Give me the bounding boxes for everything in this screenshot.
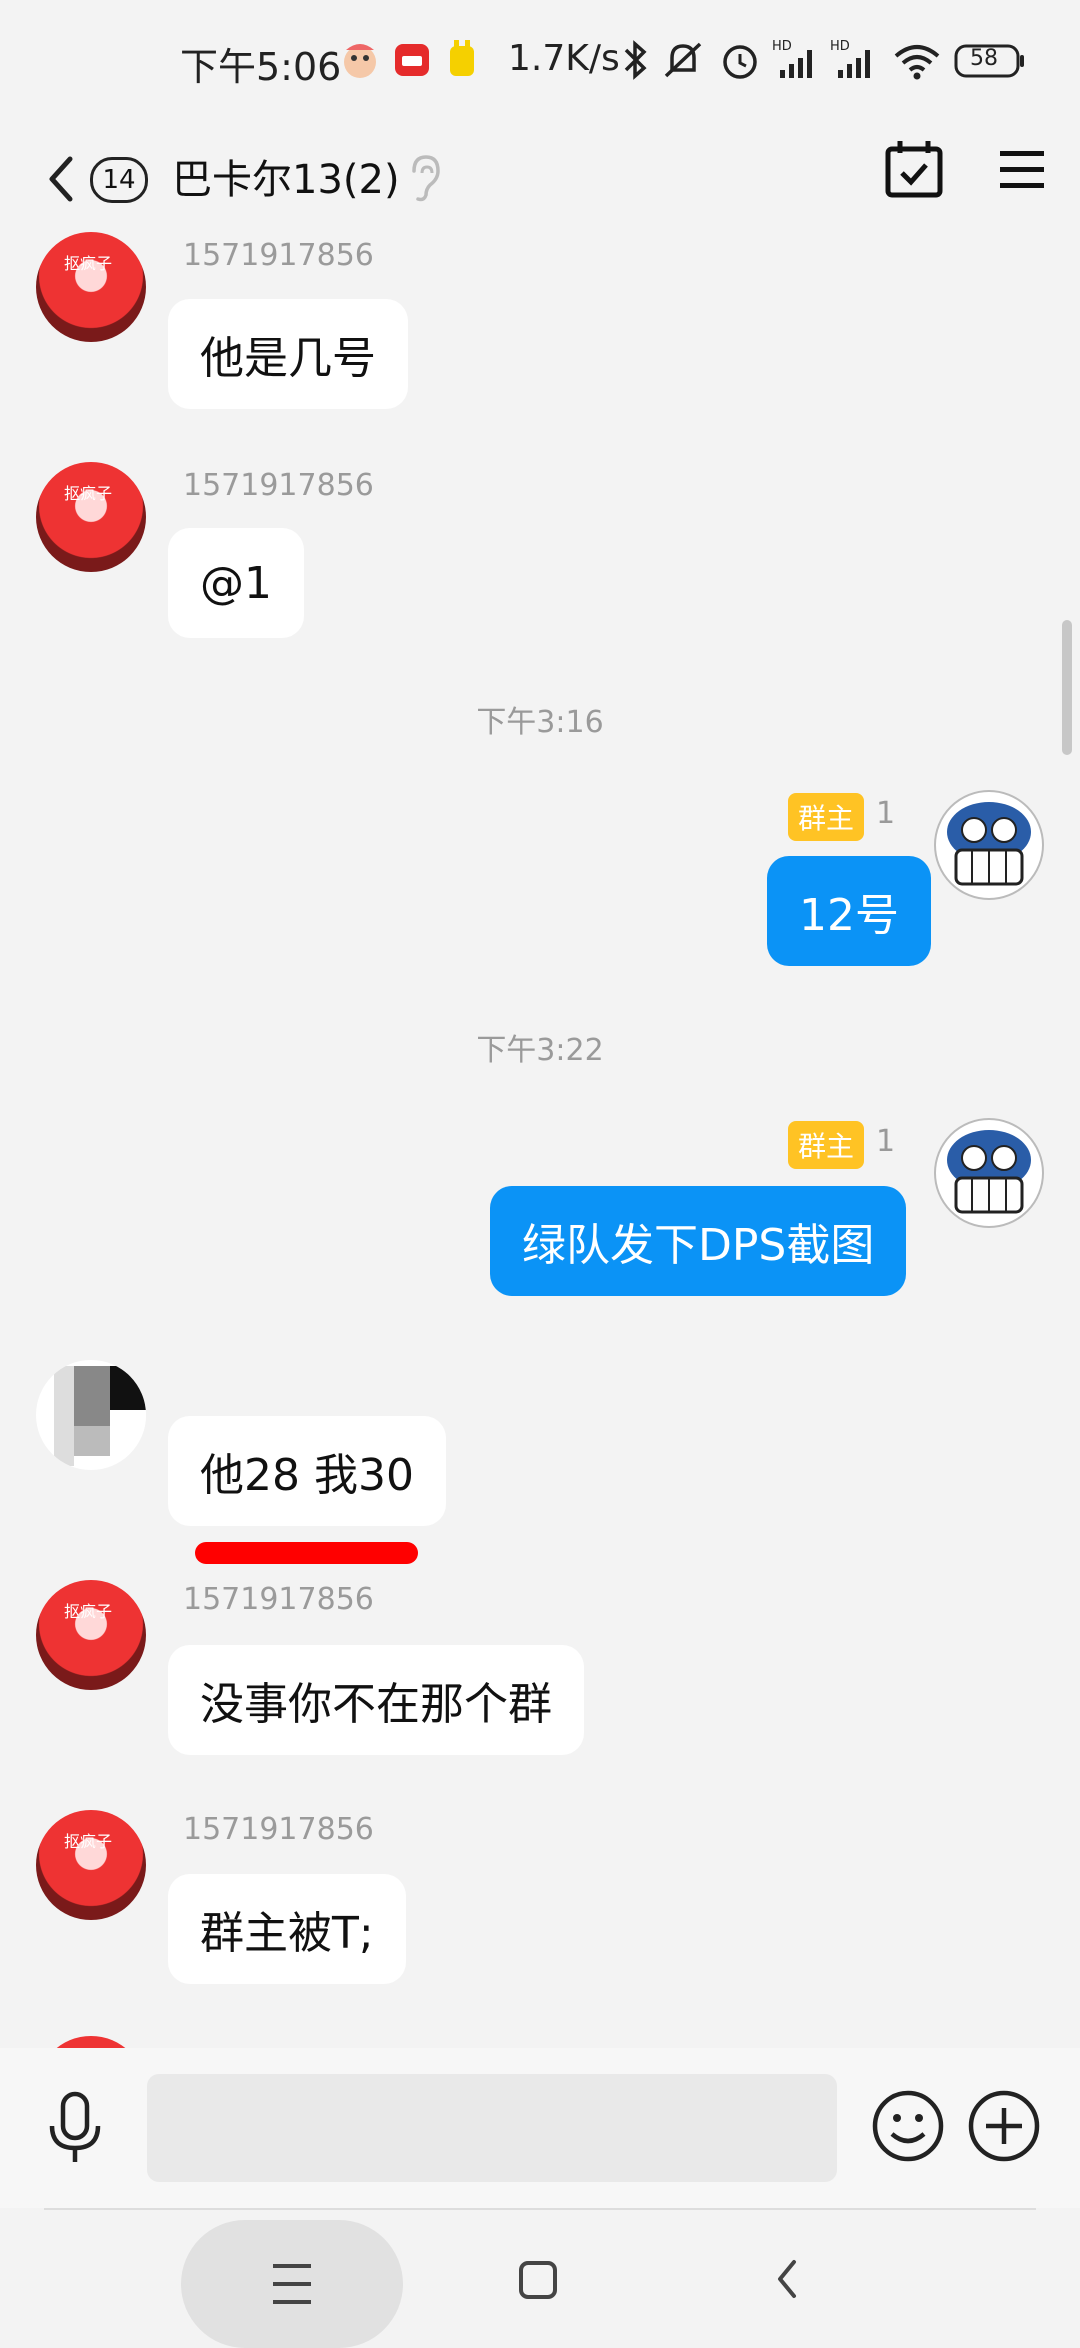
nav-back-icon[interactable]	[772, 2256, 802, 2306]
status-time: 下午5:06	[180, 45, 342, 89]
avatar-label: 抠疯子	[64, 1832, 113, 1851]
avatar[interactable]	[934, 790, 1044, 900]
member-level: 1	[876, 1124, 896, 1159]
message-bubble[interactable]: 他28 我30	[168, 1416, 446, 1526]
avatar-label: 抠疯子	[64, 1602, 113, 1621]
avatar[interactable]: 抠疯子	[36, 1580, 146, 1690]
battery-level: 58	[970, 46, 998, 71]
back-icon[interactable]	[38, 137, 88, 217]
nav-menu-button[interactable]	[181, 2220, 403, 2348]
member-level: 1	[876, 796, 896, 831]
chat-title[interactable]: 巴卡尔13(2)	[172, 147, 400, 205]
redaction-mark	[195, 1542, 418, 1564]
timestamp: 下午3:22	[476, 1033, 604, 1068]
sender-name: 1571917856	[183, 468, 374, 503]
svg-text:HD: HD	[772, 39, 792, 54]
message-bubble[interactable]: 12号	[767, 856, 931, 966]
ear-icon[interactable]	[404, 147, 444, 207]
avatar[interactable]: 抠疯子	[36, 1810, 146, 1920]
plus-icon[interactable]	[966, 2088, 1042, 2164]
net-speed: 1.7K/s	[508, 38, 620, 79]
bluetooth-icon	[620, 36, 650, 84]
avatar[interactable]	[934, 1118, 1044, 1228]
message-bubble[interactable]: @1	[168, 528, 304, 638]
unread-badge[interactable]: 14	[90, 157, 148, 203]
mail-icon	[392, 36, 432, 84]
svg-text:HD: HD	[830, 39, 850, 54]
nav-home-icon[interactable]	[518, 2260, 558, 2304]
avatar-label: 抠疯子	[64, 254, 113, 273]
calendar-check-icon[interactable]	[884, 135, 944, 201]
status-bar: 下午5:06 1.7K/s HD HD 58	[0, 0, 1080, 125]
role-tag: 群主	[788, 793, 865, 841]
role-tag: 群主	[788, 1121, 865, 1169]
app-icon-2	[444, 36, 480, 84]
sender-name: 1571917856	[183, 238, 374, 273]
system-nav-bar	[0, 2210, 1080, 2348]
nav-menu-icon	[273, 2264, 311, 2304]
message-bubble[interactable]: 他是几号	[168, 299, 408, 409]
emoji-icon[interactable]	[870, 2088, 946, 2164]
scrollbar[interactable]	[1062, 620, 1072, 755]
avatar[interactable]: 抠疯子	[36, 232, 146, 342]
signal-hd-icon: HD	[772, 36, 820, 84]
mic-icon[interactable]	[44, 2088, 106, 2168]
menu-icon[interactable]	[996, 143, 1048, 195]
message-input[interactable]	[147, 2074, 837, 2182]
message-bubble[interactable]: 群主被T;	[168, 1874, 406, 1984]
avatar-label: 抠疯子	[64, 484, 113, 503]
message-bubble[interactable]: 绿队发下DPS截图	[490, 1186, 907, 1296]
avatar[interactable]	[36, 1360, 146, 1470]
message-bubble[interactable]: 没事你不在那个群	[168, 1645, 584, 1755]
input-bar	[0, 2048, 1080, 2208]
sender-name: 1571917856	[183, 1812, 374, 1847]
chat-header: 14 巴卡尔13(2)	[0, 125, 1080, 235]
avatar[interactable]: 抠疯子	[36, 462, 146, 572]
battery-icon: 58	[954, 36, 1026, 84]
wifi-icon	[892, 36, 942, 84]
app-icon-1	[340, 36, 380, 84]
mute-icon	[660, 36, 706, 84]
timestamp: 下午3:16	[476, 705, 604, 740]
alarm-icon	[718, 36, 762, 84]
signal-hd-icon: HD	[830, 36, 878, 84]
sender-name: 1571917856	[183, 1582, 374, 1617]
